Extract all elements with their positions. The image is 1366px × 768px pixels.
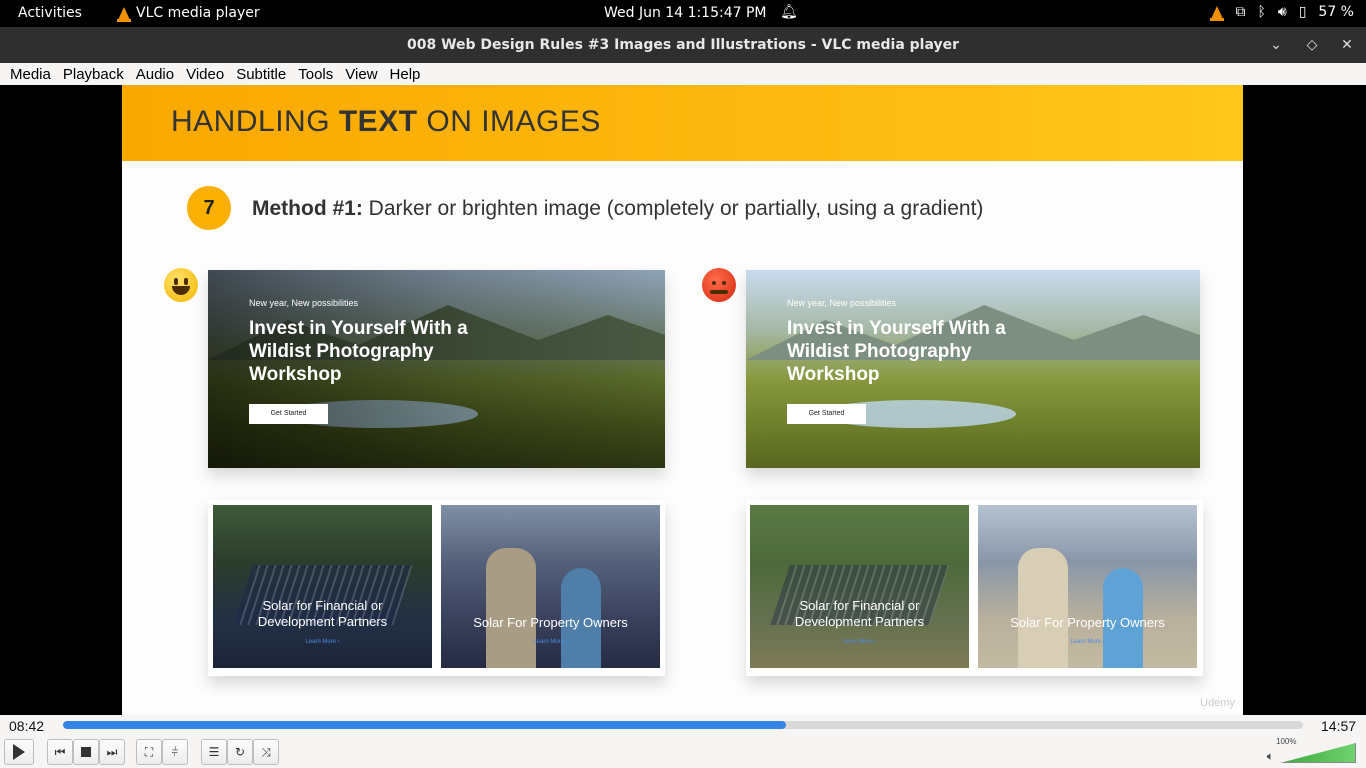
menu-bar: Media Playback Audio Video Subtitle Tool… [0, 63, 1366, 85]
loop-button[interactable]: ↻ [227, 739, 253, 765]
slide-banner: HANDLING TEXT ON IMAGES [122, 85, 1243, 161]
good-hero-eyebrow: New year, New possibilities [249, 298, 359, 308]
method-heading: Method #1: Darker or brighten image (com… [252, 197, 984, 220]
slide-frame: HANDLING TEXT ON IMAGES 7 Method #1: Dar… [122, 85, 1243, 715]
maximize-icon[interactable]: ◇ [1302, 35, 1322, 55]
good-card-financial: Solar for Financial or Development Partn… [213, 505, 432, 668]
bad-card-property-link: Learn More › [1070, 639, 1105, 645]
fullscreen-icon: ⛶ [144, 744, 154, 759]
bad-hero-headline: Invest in Yourself With a Wildist Photog… [787, 318, 1006, 385]
vlc-tray-icon[interactable] [1210, 5, 1225, 21]
menu-help[interactable]: Help [390, 63, 421, 85]
menu-subtitle[interactable]: Subtitle [236, 63, 286, 85]
close-icon[interactable]: ✕ [1337, 35, 1357, 55]
speaker-icon[interactable]: 🔈︎ [1267, 749, 1274, 764]
system-tray[interactable]: ⧉ ᛒ 🔊︎ ▯ 57 % [1210, 4, 1354, 21]
menu-video[interactable]: Video [186, 63, 224, 85]
bad-card-property: Solar For Property Owners Learn More › [978, 505, 1197, 668]
window-title: 008 Web Design Rules #3 Images and Illus… [406, 37, 960, 53]
good-cards: Solar for Financial or Development Partn… [208, 500, 665, 676]
volume-icon[interactable]: 🔊︎ [1278, 4, 1287, 20]
volume-level [1280, 743, 1356, 763]
play-icon [13, 744, 25, 760]
bad-cards: Solar for Financial or Development Partn… [746, 500, 1203, 676]
playlist-button[interactable]: ☰ [201, 739, 227, 765]
battery-icon[interactable]: ▯ [1299, 4, 1307, 20]
good-hero-cta-button: Get Started [249, 404, 328, 424]
clock[interactable]: Wed Jun 14 1:15:47 PM [604, 5, 767, 21]
bluetooth-icon[interactable]: ᛒ [1257, 4, 1265, 20]
good-card-financial-label: Solar for Financial or Development Partn… [257, 598, 388, 629]
next-icon: ⏭︎ [106, 744, 118, 759]
volume-slider[interactable]: 100% [1276, 737, 1356, 763]
bad-card-financial-link: Learn More › [842, 639, 877, 645]
activities-button[interactable]: Activities [18, 5, 82, 21]
good-card-property-link: Learn More › [533, 639, 568, 645]
menu-playback[interactable]: Playback [63, 63, 124, 85]
elapsed-time: 08:42 [9, 718, 45, 734]
app-name: VLC media player [136, 5, 260, 21]
total-time: 14:57 [1321, 718, 1357, 734]
minimize-icon[interactable]: ⌄ [1266, 35, 1286, 55]
menu-audio[interactable]: Audio [136, 63, 174, 85]
equalizer-icon: ⫩ [171, 744, 179, 759]
bad-card-property-label: Solar For Property Owners [1010, 615, 1165, 630]
shuffle-button[interactable]: ⤨ [253, 739, 279, 765]
app-menu[interactable]: VLC media player [117, 5, 260, 22]
play-button[interactable] [4, 739, 34, 765]
good-card-property-label: Solar For Property Owners [473, 615, 628, 630]
loop-icon: ↻ [234, 745, 246, 759]
system-top-bar: Activities VLC media player Wed Jun 14 1… [0, 0, 1366, 27]
previous-button[interactable]: ⏮︎ [47, 739, 73, 765]
volume-percent: 100% [1276, 737, 1297, 746]
shuffle-icon: ⤨ [261, 744, 271, 759]
good-hero-headline: Invest in Yourself With a Wildist Photog… [249, 318, 468, 385]
slide-title: HANDLING TEXT ON IMAGES [171, 105, 601, 138]
next-button[interactable]: ⏭︎ [99, 739, 125, 765]
seek-bar-row: 08:42 14:57 [0, 715, 1366, 737]
angry-face-icon [702, 268, 736, 302]
battery-percent: 57 % [1318, 4, 1354, 20]
screen-share-icon[interactable]: ⧉ [1235, 4, 1245, 20]
bad-card-financial: Solar for Financial or Development Partn… [750, 505, 969, 668]
happy-face-icon [164, 268, 198, 302]
fullscreen-button[interactable]: ⛶ [136, 739, 162, 765]
player-controls: ⏮︎ ⏭︎ ⛶ ⫩ ☰ ↻ ⤨ 🔈︎ 100% [0, 737, 1366, 768]
bad-hero-cta-button: Get Started [787, 404, 866, 424]
stop-button[interactable] [73, 739, 99, 765]
extended-settings-button[interactable]: ⫩ [162, 739, 188, 765]
bad-hero-image: New year, New possibilities Invest in Yo… [746, 270, 1200, 468]
stop-icon [81, 747, 91, 757]
playlist-icon: ☰ [208, 745, 220, 759]
menu-tools[interactable]: Tools [298, 63, 333, 85]
notification-bell-icon[interactable]: 🔔︎ [780, 4, 798, 20]
seek-slider[interactable] [63, 721, 1303, 729]
udemy-watermark: Udemy [1200, 697, 1235, 709]
step-number-badge: 7 [187, 186, 231, 230]
video-area[interactable]: HANDLING TEXT ON IMAGES 7 Method #1: Dar… [0, 85, 1366, 715]
menu-view[interactable]: View [345, 63, 377, 85]
seek-progress [63, 721, 786, 729]
good-hero-image: New year, New possibilities Invest in Yo… [208, 270, 665, 468]
good-card-financial-link: Learn More › [305, 639, 340, 645]
good-card-property: Solar For Property Owners Learn More › [441, 505, 660, 668]
vlc-cone-icon [117, 6, 131, 22]
bad-card-financial-label: Solar for Financial or Development Partn… [794, 598, 925, 629]
menu-media[interactable]: Media [10, 63, 51, 85]
previous-icon: ⏮︎ [54, 744, 66, 759]
window-titlebar[interactable]: 008 Web Design Rules #3 Images and Illus… [0, 27, 1366, 63]
bad-hero-eyebrow: New year, New possibilities [787, 298, 897, 308]
